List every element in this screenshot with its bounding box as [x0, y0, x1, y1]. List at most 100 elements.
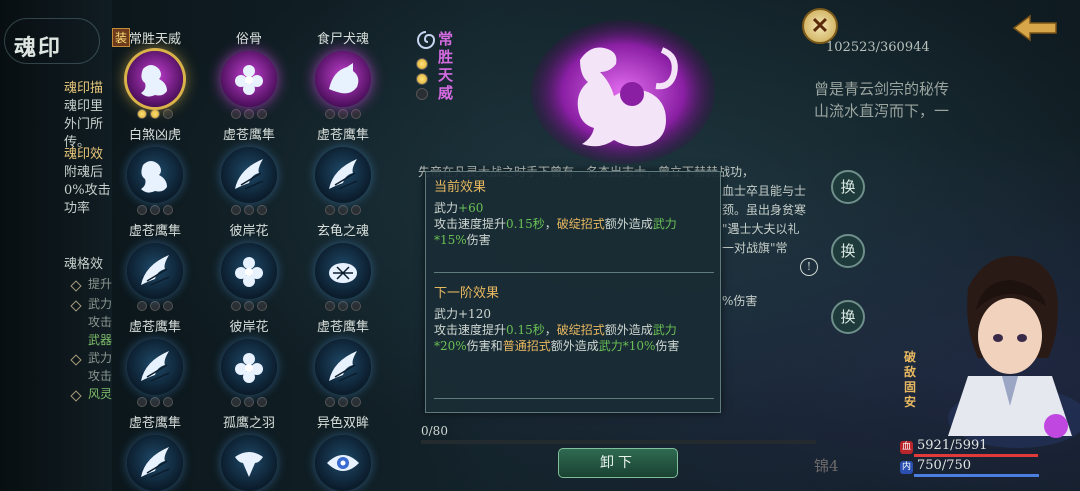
seal-slot[interactable]: 异色双眸 — [300, 412, 386, 491]
seal-slot[interactable]: 虚苍鹰隼 — [206, 124, 292, 220]
level-dot — [163, 205, 173, 215]
level-dot — [137, 109, 147, 119]
seal-slot[interactable]: 虚苍鹰隼 — [112, 412, 198, 491]
seal-orb — [315, 147, 371, 203]
level-dot — [351, 205, 361, 215]
wolf-icon — [329, 63, 359, 94]
wing-icon — [329, 159, 358, 190]
occluded-line: "遇士大夫以礼 — [722, 222, 800, 236]
lore-line: 山流水直泻而下，一 — [814, 102, 950, 120]
next-stat-line: 武力+120 — [434, 307, 491, 321]
level-dot — [150, 205, 160, 215]
text: ， — [544, 323, 557, 337]
back-button[interactable] — [1012, 14, 1058, 42]
character-avatar — [948, 256, 1080, 448]
swap-button[interactable]: 换 — [831, 300, 865, 334]
seal-slot[interactable]: 玄龟之魂 — [300, 220, 386, 316]
wing-icon — [141, 255, 170, 286]
level-dot — [338, 205, 348, 215]
page-title: 魂印 — [14, 35, 63, 61]
seal-name: 虚苍鹰隼 — [128, 416, 181, 431]
seal-slot[interactable]: 虚苍鹰隼 — [300, 316, 386, 412]
level-dot — [351, 301, 361, 311]
text: ， — [544, 217, 557, 231]
seal-slot[interactable]: 孤鹰之羽 — [206, 412, 292, 491]
seal-slot[interactable]: 虚苍鹰隼 — [112, 220, 198, 316]
seal-orb — [127, 243, 183, 299]
seal-name: 虚苍鹰隼 — [128, 320, 181, 335]
close-button[interactable]: ✕ — [802, 8, 838, 44]
seal-name: 玄龟之魂 — [316, 224, 369, 239]
seal-orb — [315, 435, 371, 491]
slot-line: 武器 — [88, 333, 113, 347]
tiger-icon — [141, 65, 167, 97]
level-dot — [163, 109, 173, 119]
seal-slot[interactable]: 彼岸花 — [206, 316, 292, 412]
seal-orb — [127, 51, 183, 107]
seal-orb — [315, 243, 371, 299]
hp-value: 5921/5991 — [917, 438, 988, 453]
lore-text: 曾是青云剑宗的秘传 山流水直泻而下，一 — [814, 78, 949, 122]
effect-tooltip: 当前效果 武力+60 攻击速度提升0.15秒，破绽招式额外造成武力 *15%伤害… — [425, 171, 721, 413]
mp-stat: 内 750/750 — [900, 458, 971, 474]
upgrade-progress-text: 0/80 — [421, 424, 448, 438]
level-dot — [137, 397, 147, 407]
seal-level-dots — [112, 397, 198, 407]
tiger-emblem-icon — [531, 20, 715, 164]
hp-icon: 血 — [900, 441, 913, 454]
seal-slot[interactable]: 彼岸花 — [206, 220, 292, 316]
hp-fill — [914, 454, 1038, 457]
equipped-badge: 装 — [112, 28, 131, 47]
detail-seal-name: 常胜天威 — [438, 30, 454, 102]
occluded-description: 血士卒且能与士 颈。虽出身贫寒 "遇士大夫以礼 一对战旗"常 — [722, 182, 806, 258]
occluded-line: 血士卒且能与士 — [722, 184, 807, 198]
character-portrait — [918, 248, 1080, 448]
level-dot — [137, 301, 147, 311]
seal-slot[interactable]: 俗骨 — [206, 28, 292, 124]
level-dot — [231, 109, 241, 119]
level-dot — [150, 397, 160, 407]
slots-heading: 魂格效 — [64, 257, 104, 272]
seal-slot[interactable]: 常胜天威装 — [112, 28, 198, 124]
wing-icon — [235, 159, 264, 190]
level-dot — [416, 73, 428, 85]
seal-orb — [127, 339, 183, 395]
back-arrow-icon — [1012, 14, 1057, 42]
seal-slot[interactable]: 白煞凶虎 — [112, 124, 198, 220]
current-stat-line: 武力+60 — [434, 200, 719, 216]
hp-stat: 血 5921/5991 — [900, 438, 988, 454]
skill-name: 破绽招式 — [556, 323, 605, 337]
seal-orb — [221, 147, 277, 203]
level-dot — [244, 109, 254, 119]
occluded-line: 一对战旗"常 — [722, 241, 788, 255]
slot-line: 攻击 — [88, 369, 113, 383]
unload-button[interactable]: 卸下 — [558, 448, 678, 478]
level-dot — [244, 397, 254, 407]
lore-line: 曾是青云剑宗的秘传 — [814, 80, 950, 98]
swap-button[interactable]: 换 — [831, 170, 865, 204]
flower-icon — [235, 65, 263, 95]
text: 伤害 — [466, 233, 491, 247]
seal-level-dots — [206, 301, 292, 311]
text: 额外造成 — [550, 339, 599, 353]
text: 伤害 — [655, 339, 680, 353]
effect-block: 魂印效 附魂后 0%攻击 功率 — [64, 146, 111, 218]
swap-button[interactable]: 换 — [831, 234, 865, 268]
slot-line: 武力 — [88, 297, 113, 311]
seal-slot[interactable]: 食尸犬魂 — [300, 28, 386, 124]
seal-orb — [221, 435, 277, 491]
mp-value: 750/750 — [917, 458, 972, 473]
info-icon[interactable]: ! — [800, 258, 818, 276]
percent-value: *15% — [434, 233, 467, 247]
character-name: 破敌固安 — [904, 350, 917, 409]
slot-line: 风灵 — [88, 387, 113, 401]
current-effect-line: 攻击速度提升0.15秒，破绽招式额外造成武力 — [434, 216, 719, 232]
level-dot — [351, 109, 361, 119]
seal-slot[interactable]: 虚苍鹰隼 — [112, 316, 198, 412]
level-dot — [325, 301, 335, 311]
seal-level-dots — [206, 109, 292, 119]
seal-name: 俗骨 — [235, 32, 262, 47]
seal-slot[interactable]: 虚苍鹰隼 — [300, 124, 386, 220]
seal-orb — [127, 147, 183, 203]
eye-icon — [327, 455, 359, 471]
